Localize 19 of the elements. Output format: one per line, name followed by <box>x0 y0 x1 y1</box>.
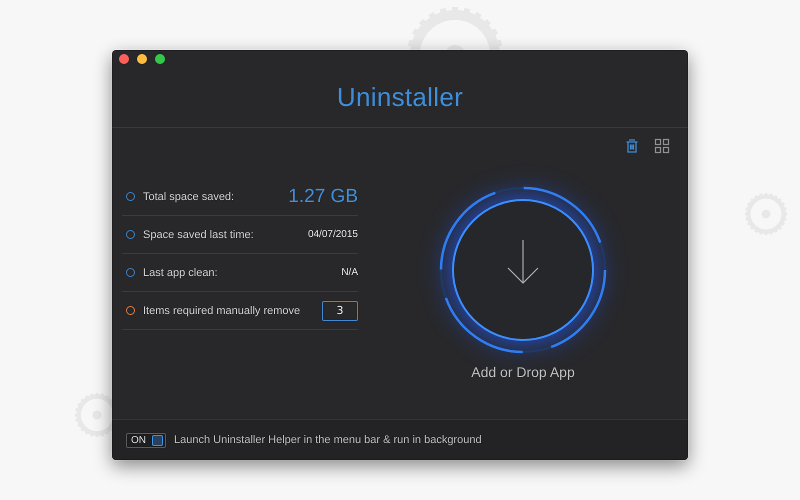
grid-view-button[interactable] <box>654 138 670 154</box>
close-button[interactable] <box>119 54 129 64</box>
trash-icon <box>624 138 640 154</box>
grid-icon <box>654 138 670 154</box>
toggle-switch[interactable]: ON <box>126 432 166 448</box>
window-title: Uninstaller <box>336 82 464 113</box>
drop-label: Add or Drop App <box>471 364 575 380</box>
stat-value: N/A <box>341 267 358 278</box>
minimize-button[interactable] <box>137 54 147 64</box>
count-field: 3 <box>322 300 358 320</box>
stat-label: Space saved last time: <box>143 228 255 240</box>
zoom-button[interactable] <box>155 54 165 64</box>
stat-value: 04/07/2015 <box>308 229 358 240</box>
stat-value: 1.27 GB <box>288 186 358 208</box>
stat-label: Items required manually remove <box>143 304 302 316</box>
stat-label: Total space saved: <box>143 190 236 202</box>
trash-button[interactable] <box>624 138 640 154</box>
stat-label: Last app clean: <box>143 266 219 278</box>
helper-description: Launch Uninstaller Helper in the menu bar & run in background <box>174 434 482 446</box>
